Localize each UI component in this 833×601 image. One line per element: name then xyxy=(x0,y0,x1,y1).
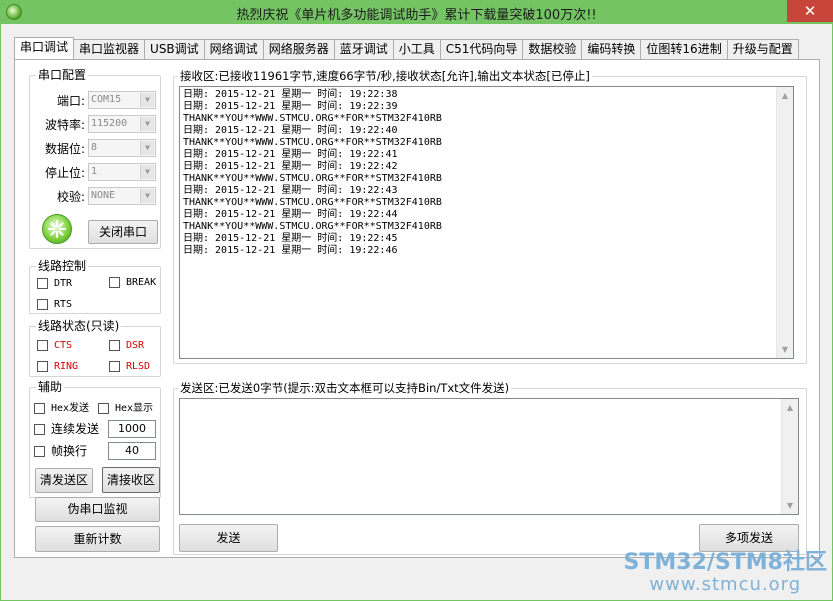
receive-textarea[interactable]: 日期: 2015-12-21 星期一 时间: 19:22:38 日期: 2015-… xyxy=(179,86,794,359)
tab-upgrade-config[interactable]: 升级与配置 xyxy=(727,39,799,59)
multi-send-button[interactable]: 多项发送 xyxy=(699,524,799,552)
break-checkbox[interactable]: BREAK xyxy=(109,276,156,289)
stopbits-select[interactable]: 1 ▼ xyxy=(88,163,156,181)
chevron-down-icon: ▼ xyxy=(140,141,154,155)
cts-indicator: CTS xyxy=(37,339,72,352)
watermark-url: www.stmcu.org xyxy=(649,574,802,595)
send-button[interactable]: 发送 xyxy=(179,524,278,552)
tab-bitmap-hex[interactable]: 位图转16进制 xyxy=(641,39,728,59)
tab-panel: 串口配置 端口: COM15 ▼ 波特率: 115200 ▼ 数据位: 8 ▼ 停止位… xyxy=(14,59,820,558)
receive-line: 日期: 2015-12-21 星期一 时间: 19:22:40 xyxy=(183,125,398,136)
receive-line: 日期: 2015-12-21 星期一 时间: 19:22:39 xyxy=(183,101,398,112)
site-watermark: STM32/STM8社区 www.stmcu.org xyxy=(624,551,827,595)
rlsd-indicator: RLSD xyxy=(109,360,150,373)
tab-usb-debug[interactable]: USB调试 xyxy=(145,39,205,59)
frame-break-checkbox[interactable]: 帧换行 xyxy=(34,445,87,458)
close-port-button[interactable]: 关闭串口 xyxy=(88,220,158,244)
hex-display-checkbox[interactable]: Hex显示 xyxy=(98,402,153,415)
tab-network-server[interactable]: 网络服务器 xyxy=(263,39,335,59)
tab-bar: 串口调试 串口监视器 USB调试 网络调试 网络服务器 蓝牙调试 小工具 C51… xyxy=(14,37,799,60)
clear-receive-button[interactable]: 清接收区 xyxy=(102,467,160,493)
receive-line: THANK**YOU**WWW.STMCU.ORG**FOR**STM32F41… xyxy=(183,113,442,124)
scroll-up-icon[interactable]: ▲ xyxy=(782,399,798,416)
fake-monitor-button[interactable]: 伪串口监视 xyxy=(35,497,160,522)
line-status-title: 线路状态(只读) xyxy=(36,319,122,333)
send-interval-input[interactable]: 1000 xyxy=(108,420,156,438)
scroll-down-icon[interactable]: ▼ xyxy=(782,497,798,514)
receive-line: 日期: 2015-12-21 星期一 时间: 19:22:46 xyxy=(183,245,398,256)
port-status-icon xyxy=(42,214,72,244)
databits-label: 数据位: xyxy=(44,142,85,156)
receive-text: 日期: 2015-12-21 星期一 时间: 19:22:38 日期: 2015-… xyxy=(183,89,442,257)
tab-data-checksum[interactable]: 数据校验 xyxy=(523,39,583,59)
receive-line: 日期: 2015-12-21 星期一 时间: 19:22:41 xyxy=(183,149,398,160)
scroll-up-icon[interactable]: ▲ xyxy=(777,87,793,104)
tab-tools[interactable]: 小工具 xyxy=(393,39,441,59)
parity-label: 校验: xyxy=(56,190,85,204)
receive-line: THANK**YOU**WWW.STMCU.ORG**FOR**STM32F41… xyxy=(183,197,442,208)
stopbits-label: 停止位: xyxy=(44,166,85,180)
send-title: 发送区:已发送0字节(提示:双击文本框可以支持Bin/Txt文件发送) xyxy=(178,381,512,395)
baud-label: 波特率: xyxy=(44,118,85,132)
chevron-down-icon: ▼ xyxy=(140,117,154,131)
receive-line: 日期: 2015-12-21 星期一 时间: 19:22:42 xyxy=(183,161,398,172)
line-control-title: 线路控制 xyxy=(36,259,89,273)
clear-send-button[interactable]: 清发送区 xyxy=(35,468,93,493)
frame-break-input[interactable]: 40 xyxy=(108,442,156,460)
tab-encoding[interactable]: 编码转换 xyxy=(582,39,642,59)
dsr-indicator: DSR xyxy=(109,339,144,352)
send-scrollbar[interactable]: ▲ ▼ xyxy=(781,399,798,514)
hex-send-checkbox[interactable]: Hex发送 xyxy=(34,402,89,415)
title-bar: 热烈庆祝《单片机多功能调试助手》累计下载量突破100万次!! ✕ xyxy=(0,0,833,24)
receive-line: THANK**YOU**WWW.STMCU.ORG**FOR**STM32F41… xyxy=(183,173,442,184)
databits-select[interactable]: 8 ▼ xyxy=(88,139,156,157)
receive-line: 日期: 2015-12-21 星期一 时间: 19:22:43 xyxy=(183,185,398,196)
scroll-down-icon[interactable]: ▼ xyxy=(777,341,793,358)
receive-line: 日期: 2015-12-21 星期一 时间: 19:22:45 xyxy=(183,233,398,244)
port-select[interactable]: COM15 ▼ xyxy=(88,91,156,109)
tab-c51-wizard[interactable]: C51代码向导 xyxy=(440,39,524,59)
rts-checkbox[interactable]: RTS xyxy=(37,298,72,311)
watermark-title: STM32/STM8社区 xyxy=(623,550,827,575)
close-button[interactable]: ✕ xyxy=(787,0,833,22)
dtr-checkbox[interactable]: DTR xyxy=(37,277,72,290)
chevron-down-icon: ▼ xyxy=(140,189,154,203)
receive-line: THANK**YOU**WWW.STMCU.ORG**FOR**STM32F41… xyxy=(183,137,442,148)
tab-serial-monitor[interactable]: 串口监视器 xyxy=(74,39,146,59)
recount-button[interactable]: 重新计数 xyxy=(35,526,160,552)
send-textarea[interactable]: ▲ ▼ xyxy=(179,398,799,515)
receive-line: 日期: 2015-12-21 星期一 时间: 19:22:44 xyxy=(183,209,398,220)
chevron-down-icon: ▼ xyxy=(140,93,154,107)
window-title: 热烈庆祝《单片机多功能调试助手》累计下载量突破100万次!! xyxy=(236,8,597,23)
tab-bluetooth-debug[interactable]: 蓝牙调试 xyxy=(334,39,394,59)
tab-serial-debug[interactable]: 串口调试 xyxy=(14,37,75,60)
tab-network-debug[interactable]: 网络调试 xyxy=(204,39,264,59)
receive-scrollbar[interactable]: ▲ ▼ xyxy=(776,87,793,358)
baud-select[interactable]: 115200 ▼ xyxy=(88,115,156,133)
continuous-send-checkbox[interactable]: 连续发送 xyxy=(34,423,99,436)
parity-select[interactable]: NONE ▼ xyxy=(88,187,156,205)
assist-title: 辅助 xyxy=(36,380,65,394)
serial-config-title: 串口配置 xyxy=(36,68,89,82)
ring-indicator: RING xyxy=(37,360,78,373)
receive-line: THANK**YOU**WWW.STMCU.ORG**FOR**STM32F41… xyxy=(183,221,442,232)
receive-line: 日期: 2015-12-21 星期一 时间: 19:22:38 xyxy=(183,89,398,100)
chevron-down-icon: ▼ xyxy=(140,165,154,179)
port-label: 端口: xyxy=(56,94,85,108)
receive-title: 接收区:已接收11961字节,速度66字节/秒,接收状态[允许],输出文本状态[… xyxy=(178,69,592,83)
